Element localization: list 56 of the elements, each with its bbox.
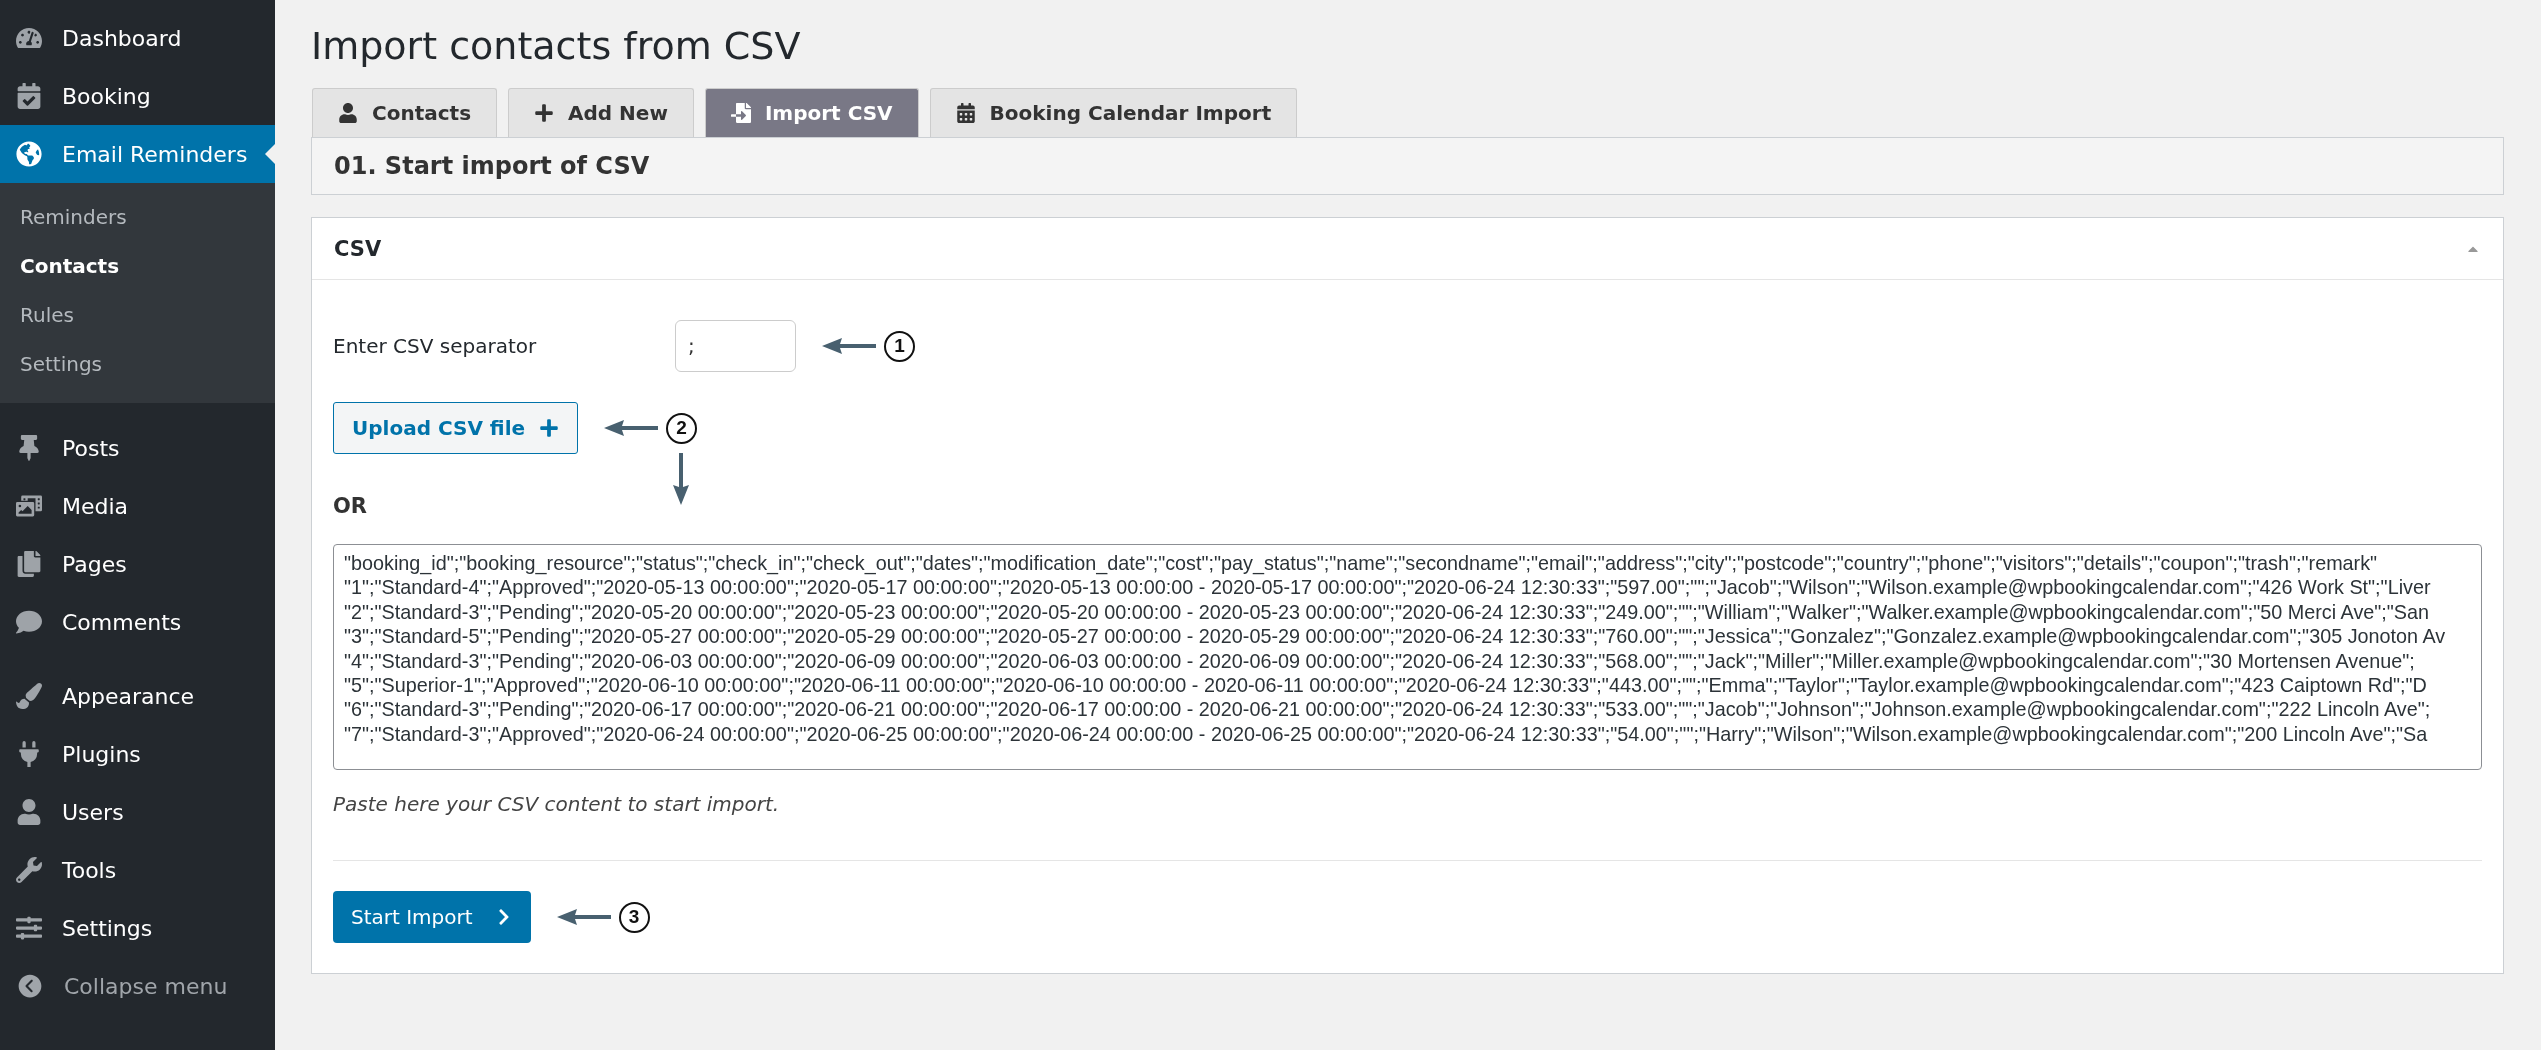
globe-icon bbox=[16, 141, 42, 167]
menu-item[interactable]: Plugins bbox=[0, 725, 275, 783]
calendar-icon bbox=[16, 83, 42, 109]
pages-icon bbox=[16, 551, 42, 577]
submenu-item[interactable]: Contacts bbox=[0, 242, 275, 291]
callout-number: 1 bbox=[884, 330, 915, 362]
menu-item[interactable]: Appearance bbox=[0, 667, 275, 725]
menu-item[interactable]: Comments bbox=[0, 593, 275, 651]
field-label: Enter CSV separator bbox=[333, 334, 538, 358]
tab[interactable]: Contacts bbox=[312, 88, 498, 137]
collapse-icon bbox=[16, 972, 44, 1000]
callout-number: 3 bbox=[618, 901, 650, 933]
collapse-menu-button[interactable]: Collapse menu bbox=[0, 957, 275, 1015]
user-icon bbox=[338, 103, 358, 123]
or-label: OR bbox=[333, 494, 369, 518]
menu-item[interactable]: Users bbox=[0, 783, 275, 841]
menu-item[interactable]: Tools bbox=[0, 841, 275, 899]
user-icon bbox=[16, 799, 42, 825]
section-title: 01. Start import of CSV bbox=[311, 137, 2504, 195]
brush-icon bbox=[16, 683, 42, 709]
upload-csv-button[interactable]: Upload CSV file bbox=[333, 402, 579, 454]
tab[interactable]: Import CSV bbox=[704, 88, 919, 137]
sliders-icon bbox=[16, 915, 42, 941]
page-title: Import contacts from CSV bbox=[311, 24, 802, 68]
menu-item[interactable]: Settings bbox=[0, 899, 275, 957]
arrow-icon bbox=[822, 338, 876, 354]
start-import-button[interactable]: Start Import bbox=[333, 891, 531, 943]
pin-icon bbox=[16, 435, 42, 461]
csv-textarea[interactable]: "booking_id";"booking_resource";"status";"check_in";"check_out";"dates";"modification_date";"cost";"pay_status";"name";"secondname";"email";"address";"city";"postcode";"country";"phone";"visitors";"details";"coupon";"trash";"remark" "1";"Standard-4";"Approved";"2020-05-13 00:00:00";"2020-05-17 00:00:00";"2020-05-13 00:00:00 - 2020-05-17 00:00:00";"2020-06-24 12:30:33";"597.00";"";"Jacob";"Wilson";"Wilson.example@wpbookingcalendar.com";"426 Work St";"Liver "2";"Standard-3";"Pending";"2020-05-20 00:00:00";"2020-05-23 00:00:00";"2020-05-20 00:00:00 - 2020-05-23 00:00:00";"2020-06-24 12:30:33";"249.00";"";"William";"Walker";"Walker.example@wpbookingcalendar.com";"50 Merci Ave";"San "3";"Standard-5";"Pending";"2020-05-27 00:00:00";"2020-05-29 00:00:00";"2020-05-27 00:00:00 - 2020-05-29 00:00:00";"2020-06-24 12:30:33";"760.00";"";"Jessica";"Gonzalez";"Gonzalez.example@wpbookingcalendar.com";"305 Jonoton Av "4";"Standard-3";"Pending";"2020-06-03 00:00:00";"2020-06-09 00:00:00";"2020-06-03 00:00:00 - 2020-06-09 00:00:00";"2020-06-24 12:30:33";"568.00";"";"Jack";"Miller";"Miller.example@wpbookingcalendar.com";"30 Mortensen Avenue"; "5";"Superior-1";"Approved";"2020-06-10 00:00:00";"2020-06-11 00:00:00";"2020-06-10 00:00:00 - 2020-06-11 00:00:00";"2020-06-24 12:30:33";"443.00";"";"Emma";"Taylor";"Taylor.example@wpbookingcalendar.com";"423 Caiptown Rd";"D "6";"Standard-3";"Pending";"2020-06-17 00:00:00";"2020-06-21 00:00:00";"2020-06-17 00:00:00 - 2020-06-21 00:00:00";"2020-06-24 12:30:33";"533.00";"";"Jacob";"Johnson";"Johnson.example@wpbookingcalendar.com";"222 Lincoln Ave"; "7";"Standard-3";"Approved";"2020-06-24 00:00:00";"2020-06-25 00:00:00";"2020-06-24 00:00:00 - 2020-06-25 00:00:00";"2020-06-24 12:30:33";"54.00";"";"Harry";"Wilson";"Wilson.example@wpbookingcalendar.com";"200 Lincoln Ave";"Sa bbox=[333, 544, 2482, 770]
submenu-item[interactable]: Settings bbox=[0, 340, 275, 389]
plus-icon bbox=[539, 418, 560, 438]
calendar-icon bbox=[955, 103, 976, 123]
menu-item[interactable]: Posts bbox=[0, 419, 275, 477]
submenu-item[interactable]: Rules bbox=[0, 291, 275, 340]
comment-icon bbox=[16, 609, 42, 635]
callout-number: 2 bbox=[666, 412, 698, 444]
wrench-icon bbox=[16, 857, 42, 883]
separator-field[interactable]: ; bbox=[675, 320, 796, 372]
dashboard-icon bbox=[16, 25, 42, 51]
menu-item[interactable]: Dashboard bbox=[0, 9, 275, 67]
arrow-icon bbox=[556, 909, 611, 925]
tab[interactable]: Add New bbox=[508, 88, 694, 137]
plug-icon bbox=[16, 741, 42, 767]
plus-icon bbox=[534, 103, 555, 123]
menu-item[interactable]: Email Reminders bbox=[0, 125, 275, 183]
media-icon bbox=[16, 493, 42, 519]
import-icon bbox=[730, 103, 751, 123]
tab[interactable]: Booking Calendar Import bbox=[929, 88, 1298, 137]
menu-item[interactable]: Media bbox=[0, 477, 275, 535]
hint-text: Paste here your CSV content to start import. bbox=[333, 792, 781, 816]
menu-item[interactable]: Pages bbox=[0, 535, 275, 593]
submenu-item[interactable]: Reminders bbox=[0, 193, 275, 242]
arrow-icon bbox=[673, 452, 690, 505]
arrow-icon bbox=[604, 420, 659, 436]
menu-item[interactable]: Booking bbox=[0, 67, 275, 125]
panel-title: CSV bbox=[334, 236, 382, 261]
